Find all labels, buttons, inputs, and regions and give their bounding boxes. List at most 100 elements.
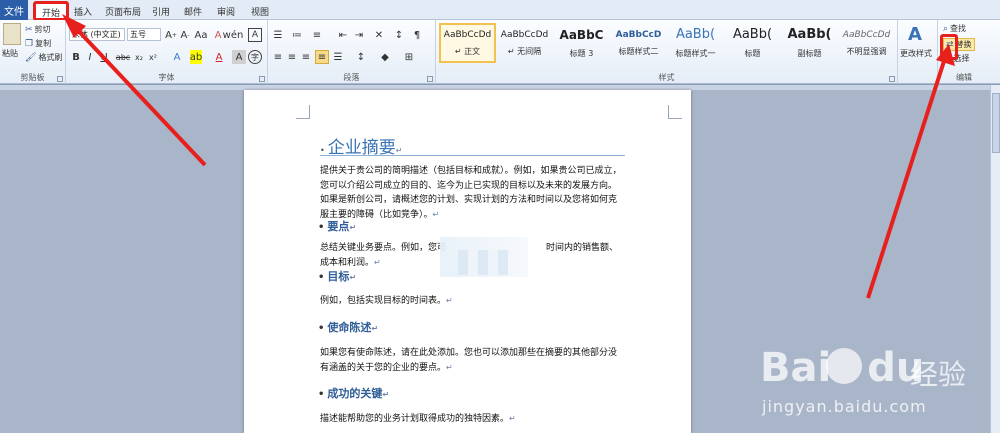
font-size-select[interactable]: 五号 — [127, 28, 161, 41]
scrollbar-thumb[interactable] — [992, 93, 1000, 153]
font-group: 宋体 (中文正) 五号 A + A- Aa A wén A B I U abc x… — [66, 20, 268, 84]
tab-view[interactable]: 视图 — [249, 3, 271, 20]
align-left-icon[interactable]: ≡ — [271, 50, 285, 64]
show-marks-icon[interactable]: ¶ — [410, 28, 424, 42]
superscript-icon[interactable]: x² — [146, 50, 160, 64]
cut-button[interactable]: ✂ 剪切 — [25, 24, 51, 35]
font-color-icon[interactable]: A — [212, 50, 226, 64]
subscript-icon[interactable]: x₂ — [132, 50, 146, 64]
document-page[interactable]: • 企业摘要↵ 提供关于贵公司的简明描述（包括目标和成就）。例如，如果贵公司已成立… — [244, 90, 691, 433]
paragraph-group: ☰ ≔ ≡ ⇤ ⇥ ✕ ↕ ¶ ≡ ≡ ≡ ≡ ☰ ↕ ◆ ⊞ 段落 — [268, 20, 436, 84]
shading-icon[interactable]: ◆ — [378, 50, 392, 64]
copy-button[interactable]: ❐ 复制 — [25, 38, 51, 49]
style-sample: AaBbC — [559, 27, 604, 42]
line-spacing-icon[interactable]: ↕ — [354, 50, 368, 64]
format-painter-button[interactable]: 🖌 格式刷 — [25, 52, 62, 63]
char-border-icon[interactable]: A — [248, 28, 262, 42]
change-case-icon[interactable]: Aa — [194, 28, 208, 42]
watermark-cn: 经验 — [910, 358, 967, 391]
underline-icon[interactable]: U — [97, 50, 111, 64]
clipboard-launcher-icon[interactable] — [57, 76, 63, 82]
tab-file[interactable]: 文件 — [0, 0, 28, 20]
text-effects-icon[interactable]: A — [170, 50, 184, 64]
style-tile-normal[interactable]: AaBbCcDd ↵ 正文 — [439, 23, 496, 63]
find-button[interactable]: ⌕ 查找 — [943, 23, 966, 34]
char-shading-icon[interactable]: A — [232, 50, 246, 64]
borders-icon[interactable]: ⊞ — [402, 50, 416, 64]
style-name: ↵ 无间隔 — [507, 46, 542, 56]
style-tile-subtle-emphasis[interactable]: AaBbCcDd 不明显强调 — [838, 23, 895, 63]
cut-label: 剪切 — [34, 25, 51, 34]
sort-icon[interactable]: ↕ — [392, 28, 406, 42]
phonetic-guide-icon[interactable]: wén — [223, 28, 244, 42]
font-name-select[interactable]: 宋体 (中文正) — [69, 28, 125, 41]
style-name: 副标题 — [797, 49, 822, 58]
style-name: 标题 3 — [569, 48, 594, 58]
paragraph-mark: ↵ — [446, 296, 453, 305]
tab-references[interactable]: 引用 — [150, 3, 172, 20]
highlight-color-icon[interactable]: ab — [190, 50, 202, 64]
italic-icon[interactable]: I — [83, 50, 97, 64]
style-sample: AaBb( — [732, 27, 773, 42]
chinese-layout-icon[interactable]: ✕ — [372, 28, 386, 42]
workspace-left — [0, 90, 244, 433]
style-tile-subtitle[interactable]: AaBb( 副标题 — [781, 23, 838, 63]
style-name: 不明显强调 — [846, 46, 887, 56]
margin-corner-tr — [668, 105, 682, 119]
paragraph-mark: ↵ — [446, 362, 453, 372]
paragraph-mark: ↵ — [382, 390, 390, 399]
style-name: 标题样式二 — [618, 46, 659, 56]
increase-indent-icon[interactable]: ⇥ — [352, 28, 366, 42]
align-center-icon[interactable]: ≡ — [285, 50, 299, 64]
scissors-icon: ✂ — [25, 24, 33, 35]
tab-mailings[interactable]: 邮件 — [182, 3, 204, 20]
change-styles-button[interactable]: 更改样式 — [900, 48, 932, 59]
bold-icon[interactable]: B — [69, 50, 83, 64]
watermark-url: jingyan.baidu.com — [762, 397, 927, 416]
paragraph-mark: ↵ — [349, 273, 357, 282]
font-launcher-icon[interactable] — [259, 76, 265, 82]
distributed-icon[interactable]: ☰ — [331, 50, 345, 64]
replace-highlight-box — [940, 34, 958, 60]
intro-paragraph: 提供关于贵公司的简明描述（包括目标和成就）。例如，如果贵公司已成立，您可以介绍公… — [320, 164, 625, 222]
bullets-icon[interactable]: ☰ — [271, 28, 285, 42]
numbering-icon[interactable]: ≔ — [290, 28, 304, 42]
justify-icon[interactable]: ≡ — [315, 50, 329, 64]
shrink-font-icon[interactable]: A- — [178, 28, 192, 42]
editing-group-label: 编辑 — [956, 73, 972, 82]
style-tile-heading3[interactable]: AaBbC 标题 3 — [553, 23, 610, 63]
blurred-redaction-pixels — [458, 250, 508, 275]
strikethrough-icon[interactable]: abc — [116, 50, 130, 64]
style-sample: AaBbCcDd — [842, 29, 891, 40]
decrease-indent-icon[interactable]: ⇤ — [336, 28, 350, 42]
paragraph-mark: ↵ — [374, 257, 381, 267]
section-text: 如果您有使命陈述，请在此处添加。您也可以添加那些在摘要的其他部分没有涵盖的关于您… — [320, 348, 618, 373]
tab-page-layout[interactable]: 页面布局 — [103, 3, 143, 20]
enclose-char-icon[interactable]: 字 — [248, 50, 262, 64]
intro-text: 提供关于贵公司的简明描述（包括目标和成就）。例如，如果贵公司已成立，您可以介绍公… — [320, 166, 622, 220]
style-tile-no-spacing[interactable]: AaBbCcDd ↵ 无间隔 — [496, 23, 553, 63]
tab-review[interactable]: 审阅 — [215, 3, 237, 20]
styles-launcher-icon[interactable] — [889, 76, 895, 82]
paste-button[interactable]: 粘贴 — [2, 48, 18, 59]
style-name: 标题 — [744, 49, 761, 58]
binoculars-icon: ⌕ — [943, 23, 949, 34]
section-heading: • 目标↵ — [318, 270, 357, 283]
style-name: 标题样式一 — [675, 49, 716, 58]
grow-font-icon[interactable]: A + — [164, 28, 178, 42]
align-right-icon[interactable]: ≡ — [299, 50, 313, 64]
clipboard-group-label: 剪贴板 — [20, 73, 45, 82]
style-tile-title[interactable]: AaBb( 标题 — [724, 23, 781, 63]
clipboard-group: 粘贴 ✂ 剪切 ❐ 复制 🖌 格式刷 剪贴板 — [0, 20, 66, 84]
style-tile-heading-style1[interactable]: AaBb( 标题样式一 — [667, 23, 724, 63]
tab-insert[interactable]: 插入 — [72, 3, 94, 20]
paragraph-launcher-icon[interactable] — [427, 76, 433, 82]
change-styles-icon: A — [908, 24, 922, 45]
ribbon-tab-bar: 文件 开始 插入 页面布局 引用 邮件 审阅 视图 — [0, 0, 1000, 20]
style-tile-heading-style2[interactable]: AaBbCcD 标题样式二 — [610, 23, 667, 63]
section-text: 总结关键业务要点。例如，您可 — [320, 243, 447, 253]
paragraph-group-label: 段落 — [343, 73, 360, 82]
paragraph-mark: ↵ — [432, 209, 440, 219]
multilevel-list-icon[interactable]: ≡ — [310, 28, 324, 42]
section-heading-text: 使命陈述 — [327, 321, 372, 334]
